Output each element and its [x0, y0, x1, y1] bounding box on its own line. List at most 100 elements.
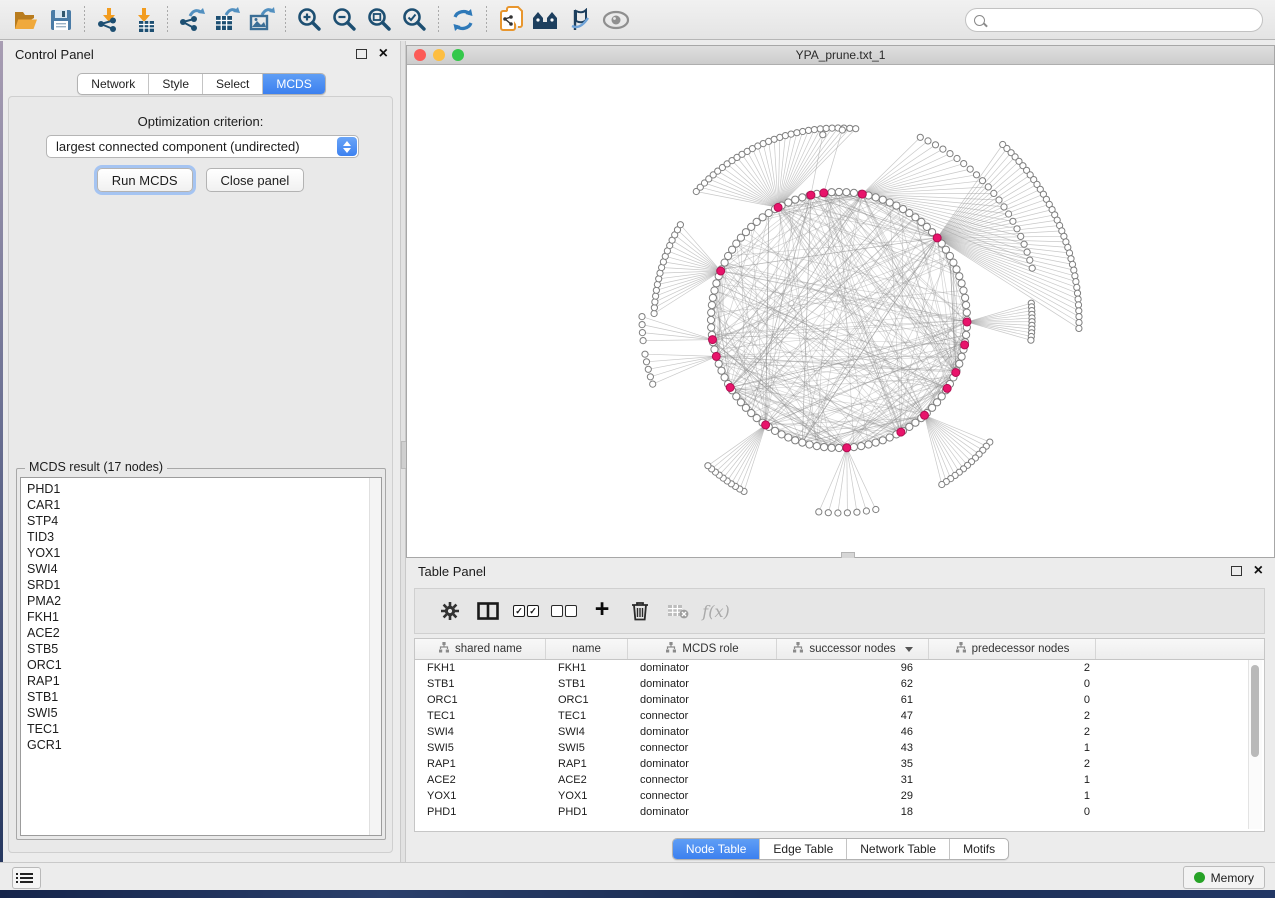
- table-cell[interactable]: 2: [929, 662, 1096, 674]
- table-cell[interactable]: SWI4: [546, 726, 628, 738]
- table-cell[interactable]: RAP1: [546, 758, 628, 770]
- table-cell[interactable]: 2: [929, 710, 1096, 722]
- zoom-out-icon[interactable]: [327, 4, 362, 36]
- column-header-name[interactable]: name: [546, 639, 628, 659]
- gear-icon[interactable]: [431, 593, 469, 629]
- function-icon[interactable]: f(x): [697, 593, 735, 629]
- table-cell[interactable]: 0: [929, 694, 1096, 706]
- first-neighbors-icon[interactable]: [528, 4, 563, 36]
- table-row[interactable]: ACE2ACE2connector311: [415, 772, 1264, 788]
- table-cell[interactable]: STB1: [546, 678, 628, 690]
- result-node[interactable]: TID3: [27, 529, 381, 545]
- tab-motifs[interactable]: Motifs: [950, 839, 1008, 859]
- column-header-shared-name[interactable]: shared name: [415, 639, 546, 659]
- table-cell[interactable]: 0: [929, 806, 1096, 818]
- zoom-fit-icon[interactable]: [362, 4, 397, 36]
- table-cell[interactable]: TEC1: [546, 710, 628, 722]
- table-cell[interactable]: dominator: [628, 694, 777, 706]
- result-node[interactable]: PHD1: [27, 481, 381, 497]
- sort-indicator-icon[interactable]: [905, 647, 913, 652]
- show-all-icon[interactable]: [598, 4, 633, 36]
- table-cell[interactable]: STB1: [415, 678, 546, 690]
- tab-edge-table[interactable]: Edge Table: [760, 839, 847, 859]
- memory-button[interactable]: Memory: [1183, 866, 1265, 889]
- table-cell[interactable]: YOX1: [415, 790, 546, 802]
- run-mcds-button[interactable]: Run MCDS: [97, 168, 193, 192]
- table-cell[interactable]: SWI5: [415, 742, 546, 754]
- table-cell[interactable]: ORC1: [415, 694, 546, 706]
- column-header-MCDS-role[interactable]: MCDS role: [628, 639, 777, 659]
- table-cell[interactable]: FKH1: [415, 662, 546, 674]
- new-network-from-selection-icon[interactable]: [493, 4, 528, 36]
- table-row[interactable]: SWI4SWI4dominator462: [415, 724, 1264, 740]
- export-image-icon[interactable]: [244, 4, 279, 36]
- result-node[interactable]: TEC1: [27, 721, 381, 737]
- table-cell[interactable]: 96: [777, 662, 929, 674]
- result-node[interactable]: SWI5: [27, 705, 381, 721]
- table-cell[interactable]: 47: [777, 710, 929, 722]
- mcds-result-list[interactable]: PHD1CAR1STP4TID3YOX1SWI4SRD1PMA2FKH1ACE2…: [20, 477, 382, 836]
- table-cell[interactable]: connector: [628, 790, 777, 802]
- table-cell[interactable]: SWI4: [415, 726, 546, 738]
- result-node[interactable]: PMA2: [27, 593, 381, 609]
- table-cell[interactable]: 43: [777, 742, 929, 754]
- table-cell[interactable]: ACE2: [415, 774, 546, 786]
- table-row[interactable]: RAP1RAP1dominator352: [415, 756, 1264, 772]
- export-network-icon[interactable]: [174, 4, 209, 36]
- float-table-panel-icon[interactable]: [1231, 566, 1242, 576]
- search-input[interactable]: [991, 10, 1262, 30]
- node-table[interactable]: shared namenameMCDS rolesuccessor nodesp…: [414, 638, 1265, 832]
- table-cell[interactable]: ORC1: [546, 694, 628, 706]
- table-cell[interactable]: 2: [929, 758, 1096, 770]
- column-header-predecessor-nodes[interactable]: predecessor nodes: [929, 639, 1096, 659]
- table-cell[interactable]: 1: [929, 790, 1096, 802]
- result-node[interactable]: ORC1: [27, 657, 381, 673]
- tab-select[interactable]: Select: [203, 74, 263, 94]
- result-node[interactable]: SRD1: [27, 577, 381, 593]
- table-cell[interactable]: ACE2: [546, 774, 628, 786]
- table-cell[interactable]: FKH1: [546, 662, 628, 674]
- close-table-panel-icon[interactable]: ×: [1254, 563, 1263, 579]
- optimization-criterion-select[interactable]: largest connected component (undirected): [46, 135, 359, 158]
- table-cell[interactable]: 46: [777, 726, 929, 738]
- table-cell[interactable]: dominator: [628, 678, 777, 690]
- close-panel-icon[interactable]: ×: [379, 46, 388, 62]
- table-cell[interactable]: 31: [777, 774, 929, 786]
- columns-icon[interactable]: [469, 593, 507, 629]
- zoom-in-icon[interactable]: [292, 4, 327, 36]
- network-graph[interactable]: [407, 65, 1274, 557]
- tab-network[interactable]: Network: [78, 74, 149, 94]
- result-node[interactable]: SWI4: [27, 561, 381, 577]
- network-window-titlebar[interactable]: YPA_prune.txt_1: [407, 46, 1274, 65]
- tab-mcds[interactable]: MCDS: [263, 74, 324, 94]
- delete-column-icon[interactable]: [659, 593, 697, 629]
- table-cell[interactable]: dominator: [628, 662, 777, 674]
- table-cell[interactable]: 1: [929, 774, 1096, 786]
- table-cell[interactable]: dominator: [628, 758, 777, 770]
- close-panel-button[interactable]: Close panel: [206, 168, 305, 192]
- result-scrollbar[interactable]: [369, 478, 381, 835]
- deselect-all-icon[interactable]: [545, 593, 583, 629]
- delete-icon[interactable]: [621, 593, 659, 629]
- table-cell[interactable]: dominator: [628, 806, 777, 818]
- result-node[interactable]: STB5: [27, 641, 381, 657]
- result-node[interactable]: STP4: [27, 513, 381, 529]
- add-column-icon[interactable]: +: [583, 593, 621, 629]
- zoom-selected-icon[interactable]: [397, 4, 432, 36]
- table-cell[interactable]: dominator: [628, 726, 777, 738]
- table-cell[interactable]: TEC1: [415, 710, 546, 722]
- table-row[interactable]: ORC1ORC1dominator610: [415, 692, 1264, 708]
- layout-refresh-icon[interactable]: [445, 4, 480, 36]
- result-node[interactable]: CAR1: [27, 497, 381, 513]
- table-cell[interactable]: PHD1: [546, 806, 628, 818]
- table-cell[interactable]: 61: [777, 694, 929, 706]
- table-cell[interactable]: 35: [777, 758, 929, 770]
- result-node[interactable]: ACE2: [27, 625, 381, 641]
- table-cell[interactable]: connector: [628, 774, 777, 786]
- table-scrollbar[interactable]: [1248, 660, 1262, 829]
- table-cell[interactable]: 29: [777, 790, 929, 802]
- search-field[interactable]: [965, 8, 1263, 32]
- import-network-icon[interactable]: [91, 4, 126, 36]
- column-header-successor-nodes[interactable]: successor nodes: [777, 639, 929, 659]
- table-row[interactable]: PHD1PHD1dominator180: [415, 804, 1264, 820]
